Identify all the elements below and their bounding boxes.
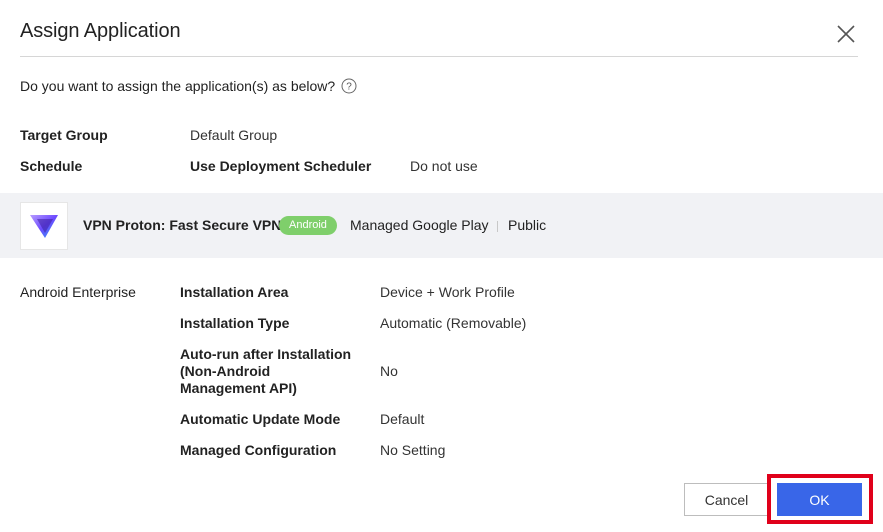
proton-vpn-app-icon xyxy=(20,202,68,250)
assign-application-dialog: Assign Application Do you want to assign… xyxy=(0,0,883,532)
schedule-label: Schedule xyxy=(20,158,83,174)
installation-area-value: Device + Work Profile xyxy=(380,284,515,300)
deployment-scheduler-value: Do not use xyxy=(410,158,478,174)
installation-type-label: Installation Type xyxy=(180,315,290,331)
store-divider xyxy=(497,221,498,232)
auto-run-label-line: (Non-Android xyxy=(180,363,271,379)
auto-run-value: No xyxy=(380,363,398,379)
installation-area-label: Installation Area xyxy=(180,284,289,300)
android-enterprise-label: Android Enterprise xyxy=(20,284,136,300)
auto-run-label-line: Auto-run after Installation xyxy=(180,346,352,362)
target-group-label: Target Group xyxy=(20,127,108,143)
confirm-question-text: Do you want to assign the application(s)… xyxy=(20,78,336,94)
managed-configuration-value: No Setting xyxy=(380,442,446,458)
ok-button[interactable]: OK xyxy=(777,483,862,516)
application-store: Managed Google Play xyxy=(350,217,489,233)
svg-text:?: ? xyxy=(346,82,352,93)
title-divider xyxy=(20,56,858,57)
application-name: VPN Proton: Fast Secure VPN xyxy=(83,217,282,233)
automatic-update-mode-label: Automatic Update Mode xyxy=(180,411,341,427)
platform-badge: Android xyxy=(279,216,337,235)
help-icon[interactable]: ? xyxy=(341,78,357,94)
automatic-update-mode-value: Default xyxy=(380,411,425,427)
close-icon[interactable] xyxy=(834,22,858,46)
installation-type-value: Automatic (Removable) xyxy=(380,315,527,331)
auto-run-label-line: Management API) xyxy=(180,380,297,396)
managed-configuration-label: Managed Configuration xyxy=(180,442,337,458)
target-group-value: Default Group xyxy=(190,127,278,143)
auto-run-label: Auto-run after Installation (Non-Android… xyxy=(180,346,351,397)
confirm-question: Do you want to assign the application(s)… xyxy=(20,78,357,94)
cancel-button[interactable]: Cancel xyxy=(684,483,769,516)
application-visibility: Public xyxy=(508,217,547,233)
dialog-title: Assign Application xyxy=(20,20,181,42)
deployment-scheduler-label: Use Deployment Scheduler xyxy=(190,158,372,174)
